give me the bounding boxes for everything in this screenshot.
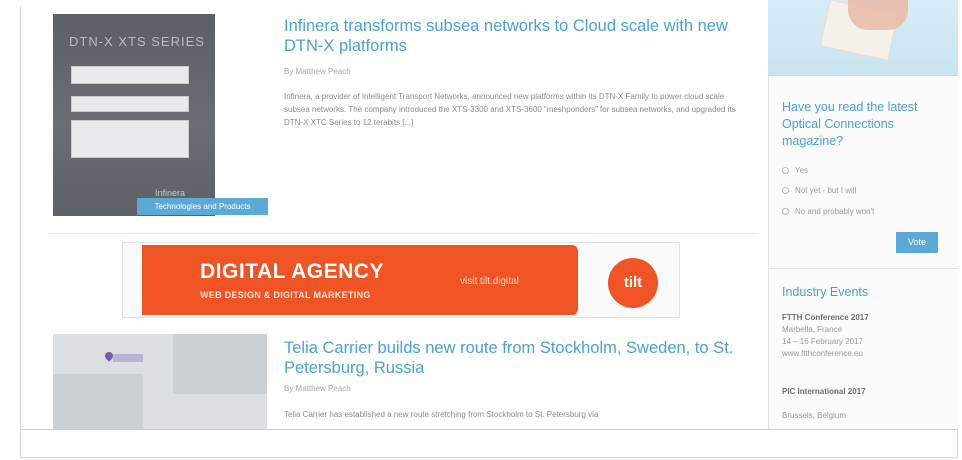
event-spacer — [782, 398, 947, 410]
radio-button[interactable] — [782, 167, 789, 174]
vote-button[interactable]: Vote — [896, 232, 938, 253]
article-excerpt: Telia Carrier has established a new rout… — [284, 410, 599, 419]
ad-visit-link[interactable]: visit tilt.digital — [460, 276, 519, 287]
article-thumbnail-infinera[interactable]: DTN-X XTS SERIES Infinera — [53, 14, 215, 216]
poll-question: Have you read the latest Optical Connect… — [782, 100, 918, 148]
ad-logo-icon: tilt — [608, 258, 658, 308]
article-divider — [48, 233, 758, 234]
poll-option-yes[interactable]: Yes — [782, 166, 808, 175]
ad-subtitle: WEB DESIGN & DIGITAL MARKETING — [200, 290, 371, 300]
category-badge[interactable]: Technologies and Products — [137, 198, 268, 215]
ad-title: DIGITAL AGENCY — [200, 260, 384, 283]
event-place: Marbella, France — [782, 325, 843, 334]
poll-option-not-yet[interactable]: Not yet - but I will — [782, 186, 856, 195]
event-item[interactable]: FTTH Conference 2017 Marbella, France 14… — [782, 312, 947, 360]
event-item[interactable]: PIC International 2017 Brussels, Belgium — [782, 386, 947, 422]
event-name[interactable]: FTTH Conference 2017 — [782, 312, 947, 324]
article-byline: By Matthew Peach — [284, 67, 351, 76]
events-heading[interactable]: Industry Events — [782, 285, 868, 299]
event-place: Brussels, Belgium — [782, 411, 847, 420]
article-title-link[interactable]: Infinera transforms subsea networks to C… — [284, 16, 754, 56]
poll-option-label: Not yet - but I will — [795, 186, 857, 195]
sidebar-divider — [768, 268, 958, 269]
article-thumbnail-map[interactable] — [53, 334, 267, 429]
thumbnail-series-text: DTN-X XTS SERIES — [69, 34, 205, 49]
event-name[interactable]: PIC International 2017 — [782, 386, 947, 398]
event-url[interactable]: www.ftthconference.eu — [782, 348, 947, 360]
article-byline: By Matthew Peach — [284, 384, 351, 393]
poll-option-no[interactable]: No and probably won't — [782, 207, 874, 216]
poll-option-label: No and probably won't — [795, 207, 875, 216]
map-label-box — [113, 354, 143, 362]
radio-button[interactable] — [782, 187, 789, 194]
article-excerpt: Infinera, a provider of Intelligent Tran… — [284, 92, 736, 127]
sidebar-magazine-image[interactable] — [768, 0, 958, 76]
equipment-rack-image — [71, 120, 189, 158]
map-land-shape — [53, 374, 143, 429]
equipment-rack-image — [71, 96, 189, 112]
map-land-shape — [173, 334, 267, 394]
equipment-rack-image — [71, 66, 189, 84]
thumbnail-brand-text: Infinera — [155, 188, 186, 198]
radio-button[interactable] — [782, 208, 789, 215]
viewport-bottom-border — [20, 429, 958, 430]
poll-option-label: Yes — [795, 166, 809, 175]
event-date: 14 – 16 February 2017 — [782, 337, 863, 346]
hand-image — [848, 0, 908, 30]
article-title-link[interactable]: Telia Carrier builds new route from Stoc… — [284, 338, 754, 378]
